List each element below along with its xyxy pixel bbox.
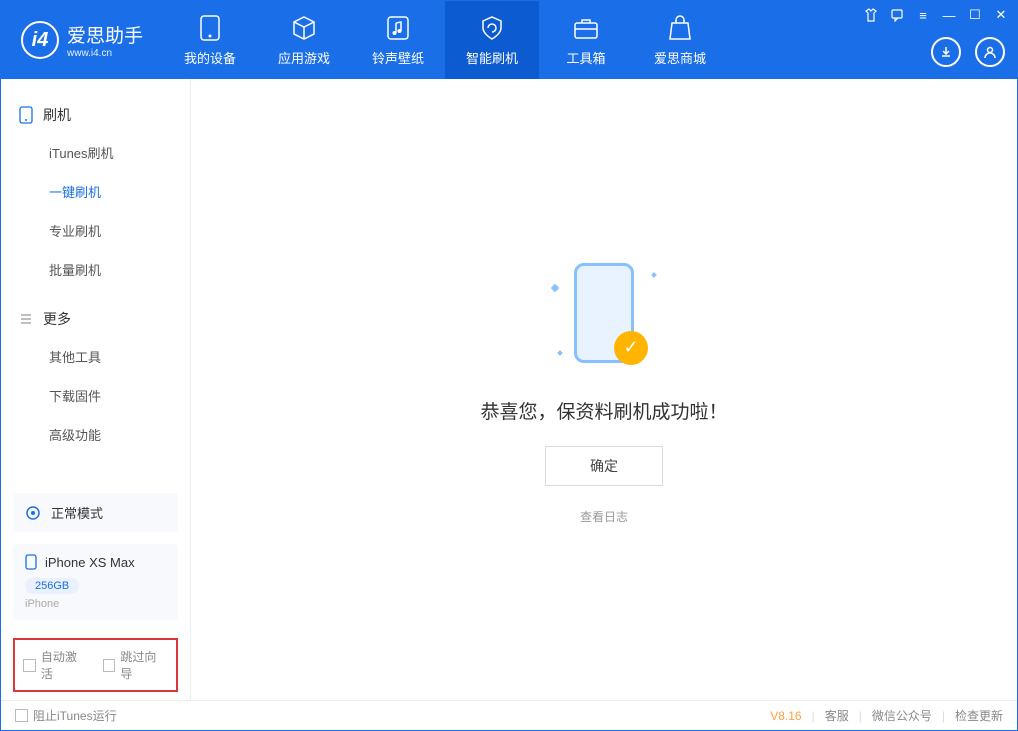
phone-icon xyxy=(196,14,224,42)
logo-icon: i4 xyxy=(21,21,59,59)
shopping-bag-icon xyxy=(666,14,694,42)
tab-apps-games[interactable]: 应用游戏 xyxy=(257,1,351,79)
feedback-icon[interactable] xyxy=(887,5,907,25)
cube-icon xyxy=(290,14,318,42)
sidebar-group-flash: 刷机 iTunes刷机 一键刷机 专业刷机 批量刷机 xyxy=(1,97,190,289)
window-controls: ≡ — ☐ ✕ xyxy=(861,5,1011,25)
ok-button[interactable]: 确定 xyxy=(545,446,663,486)
shield-refresh-icon xyxy=(478,14,506,42)
maximize-button[interactable]: ☐ xyxy=(965,5,985,25)
tab-toolbox[interactable]: 工具箱 xyxy=(539,1,633,79)
tab-my-device[interactable]: 我的设备 xyxy=(163,1,257,79)
view-log-link[interactable]: 查看日志 xyxy=(580,508,628,525)
close-button[interactable]: ✕ xyxy=(991,5,1011,25)
download-button[interactable] xyxy=(931,37,961,67)
check-update-link[interactable]: 检查更新 xyxy=(955,707,1003,724)
checkbox-skip-guide[interactable]: 跳过向导 xyxy=(103,648,169,682)
check-badge-icon: ✓ xyxy=(614,331,648,365)
menu-icon[interactable]: ≡ xyxy=(913,5,933,25)
version-label: V8.16 xyxy=(770,709,801,723)
device-storage: 256GB xyxy=(25,578,79,594)
wechat-link[interactable]: 微信公众号 xyxy=(872,707,932,724)
sidebar-item-pro-flash[interactable]: 专业刷机 xyxy=(1,211,190,250)
sidebar-item-advanced[interactable]: 高级功能 xyxy=(1,415,190,454)
success-message: 恭喜您，保资料刷机成功啦！ xyxy=(480,397,727,424)
mode-icon xyxy=(25,505,41,521)
device-type: iPhone xyxy=(25,598,166,610)
phone-icon xyxy=(19,106,33,124)
sidebar-item-other-tools[interactable]: 其他工具 xyxy=(1,337,190,376)
header-actions xyxy=(931,37,1005,67)
checkbox-auto-activate[interactable]: 自动激活 xyxy=(23,648,89,682)
app-header: i4 爱思助手 www.i4.cn 我的设备 应用游戏 铃声壁纸 智能刷机 工具… xyxy=(1,1,1017,79)
app-url: www.i4.cn xyxy=(67,48,143,59)
app-logo: i4 爱思助手 www.i4.cn xyxy=(1,21,163,59)
user-button[interactable] xyxy=(975,37,1005,67)
sidebar-item-itunes-flash[interactable]: iTunes刷机 xyxy=(1,133,190,172)
tab-store[interactable]: 爱思商城 xyxy=(633,1,727,79)
sidebar-item-download-firmware[interactable]: 下载固件 xyxy=(1,376,190,415)
sidebar-head-flash: 刷机 xyxy=(1,97,190,133)
device-info-box[interactable]: iPhone XS Max 256GB iPhone xyxy=(13,544,178,620)
sidebar: 刷机 iTunes刷机 一键刷机 专业刷机 批量刷机 更多 其他工具 下载固件 … xyxy=(1,79,191,700)
support-link[interactable]: 客服 xyxy=(825,707,849,724)
briefcase-icon xyxy=(572,14,600,42)
main-tabs: 我的设备 应用游戏 铃声壁纸 智能刷机 工具箱 爱思商城 xyxy=(163,1,727,79)
device-icon xyxy=(25,554,37,570)
app-title: 爱思助手 xyxy=(67,21,143,48)
tab-ringtones-wallpapers[interactable]: 铃声壁纸 xyxy=(351,1,445,79)
sidebar-item-oneclick-flash[interactable]: 一键刷机 xyxy=(1,172,190,211)
sidebar-item-batch-flash[interactable]: 批量刷机 xyxy=(1,250,190,289)
status-bar: 阻止iTunes运行 V8.16 | 客服 | 微信公众号 | 检查更新 xyxy=(1,700,1017,730)
list-icon xyxy=(19,312,33,326)
sidebar-group-more: 更多 其他工具 下载固件 高级功能 xyxy=(1,301,190,454)
main-content: ✓ 恭喜您，保资料刷机成功啦！ 确定 查看日志 xyxy=(191,79,1017,700)
minimize-button[interactable]: — xyxy=(939,5,959,25)
device-mode-box[interactable]: 正常模式 xyxy=(13,493,178,532)
device-name: iPhone XS Max xyxy=(45,555,135,570)
success-illustration: ✓ xyxy=(544,255,664,375)
music-note-icon xyxy=(384,14,412,42)
checkbox-block-itunes[interactable]: 阻止iTunes运行 xyxy=(15,707,117,724)
shirt-icon[interactable] xyxy=(861,5,881,25)
checkbox-row-highlight: 自动激活 跳过向导 xyxy=(13,638,178,692)
sidebar-head-more: 更多 xyxy=(1,301,190,337)
tab-smart-flash[interactable]: 智能刷机 xyxy=(445,1,539,79)
